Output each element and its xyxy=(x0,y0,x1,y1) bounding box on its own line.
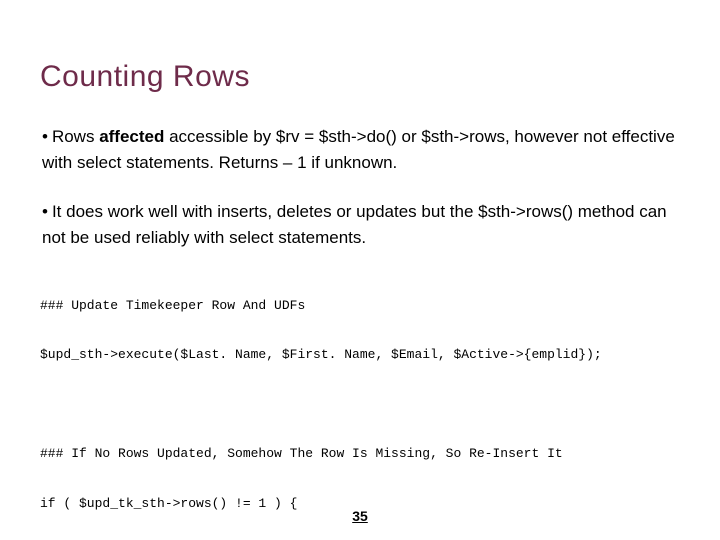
bullet-1-pre: Rows xyxy=(52,127,99,146)
page-number: 35 xyxy=(0,508,720,524)
code-line: ### Update Timekeeper Row And UDFs xyxy=(40,294,680,319)
bullet-dot-icon: • xyxy=(42,124,48,150)
code-line xyxy=(40,393,680,418)
slide: Counting Rows •Rows affected accessible … xyxy=(0,0,720,540)
code-line: $upd_sth->execute($Last. Name, $First. N… xyxy=(40,343,680,368)
bullet-2-text: It does work well with inserts, deletes … xyxy=(42,202,667,247)
slide-title: Counting Rows xyxy=(40,60,680,94)
bullet-dot-icon: • xyxy=(42,199,48,225)
bullet-2: •It does work well with inserts, deletes… xyxy=(42,199,680,252)
code-line: ### If No Rows Updated, Somehow The Row … xyxy=(40,442,680,467)
bullet-1: •Rows affected accessible by $rv = $sth-… xyxy=(42,124,680,177)
slide-body: •Rows affected accessible by $rv = $sth-… xyxy=(40,124,680,540)
code-block: ### Update Timekeeper Row And UDFs $upd_… xyxy=(40,269,680,540)
bullet-1-bold: affected xyxy=(99,127,164,146)
